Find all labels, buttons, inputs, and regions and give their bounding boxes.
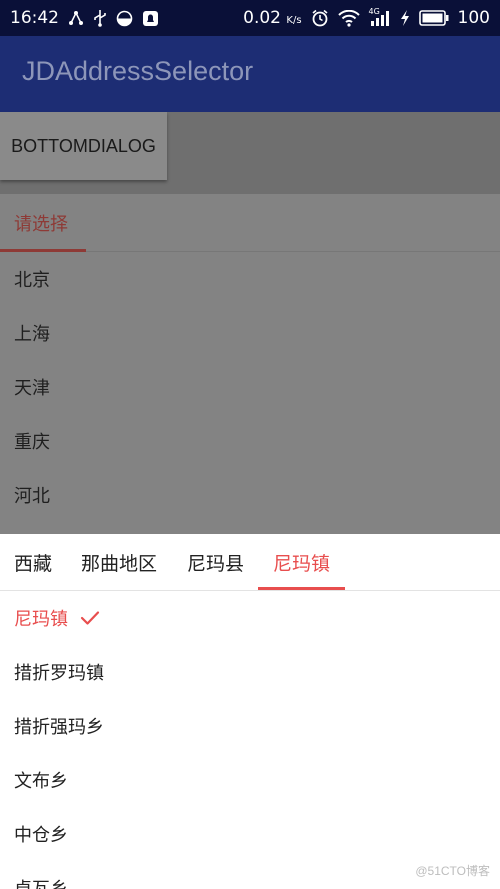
address-dialog-background: 请选择 北京 上海 天津 重庆 河北 [0,194,500,534]
list-item[interactable]: 文布乡 [0,753,500,807]
half-circle-icon [116,10,133,27]
tab-county[interactable]: 尼玛县 [187,549,244,576]
network-speed: 0.02 [243,8,281,28]
list-item[interactable]: 措折强玛乡 [0,699,500,753]
app-title: JDAddressSelector [22,56,254,86]
wifi-icon [337,9,360,27]
list-item[interactable]: 措折罗玛镇 [0,645,500,699]
share-icon [68,10,84,26]
tab-indicator [0,249,86,252]
app-bar: JDAddressSelector [0,36,500,112]
notification-icon [142,10,159,27]
list-item-selected[interactable]: 尼玛镇 [0,591,500,645]
status-time: 16:42 [10,8,59,28]
speed-unit: K/s [286,15,302,26]
list-item[interactable]: 北京 [0,252,500,306]
status-bar: 16:42 0.02 K/s 4G 100 [0,0,500,36]
main-content: BOTTOMDIALOG [0,112,500,194]
list-item[interactable]: 重庆 [0,414,500,468]
charging-icon [400,9,410,27]
signal-icon: 4G [368,6,391,27]
tab-province[interactable]: 西藏 [14,549,52,576]
bottom-dialog-button[interactable]: BOTTOMDIALOG [0,112,167,180]
address-tab-bar: 西藏 那曲地区 尼玛县 尼玛镇 [0,534,500,591]
alarm-icon [311,9,329,27]
tab-city[interactable]: 那曲地区 [81,549,157,576]
usb-icon [93,9,107,27]
list-item-label: 尼玛镇 [14,609,68,630]
tab-indicator [258,587,345,590]
list-item[interactable]: 河北 [0,468,500,522]
dialog1-tab-row: 请选择 [0,194,500,252]
address-list: 尼玛镇 措折罗玛镇 措折强玛乡 文布乡 中仓乡 卓瓦乡 [0,591,500,889]
checkmark-icon [80,610,100,626]
network-type: 4G [368,6,380,16]
battery-level: 100 [457,8,490,28]
watermark: @51CTO博客 [415,864,490,878]
list-item[interactable]: 天津 [0,360,500,414]
list-item[interactable]: 中仓乡 [0,807,500,861]
list-item[interactable]: 上海 [0,306,500,360]
tab-town[interactable]: 尼玛镇 [273,549,330,576]
address-selector-dialog: 西藏 那曲地区 尼玛县 尼玛镇 尼玛镇 措折罗玛镇 措折强玛乡 文布乡 中仓乡 … [0,534,500,889]
tab-please-select[interactable]: 请选择 [14,210,68,236]
battery-icon [418,10,449,26]
